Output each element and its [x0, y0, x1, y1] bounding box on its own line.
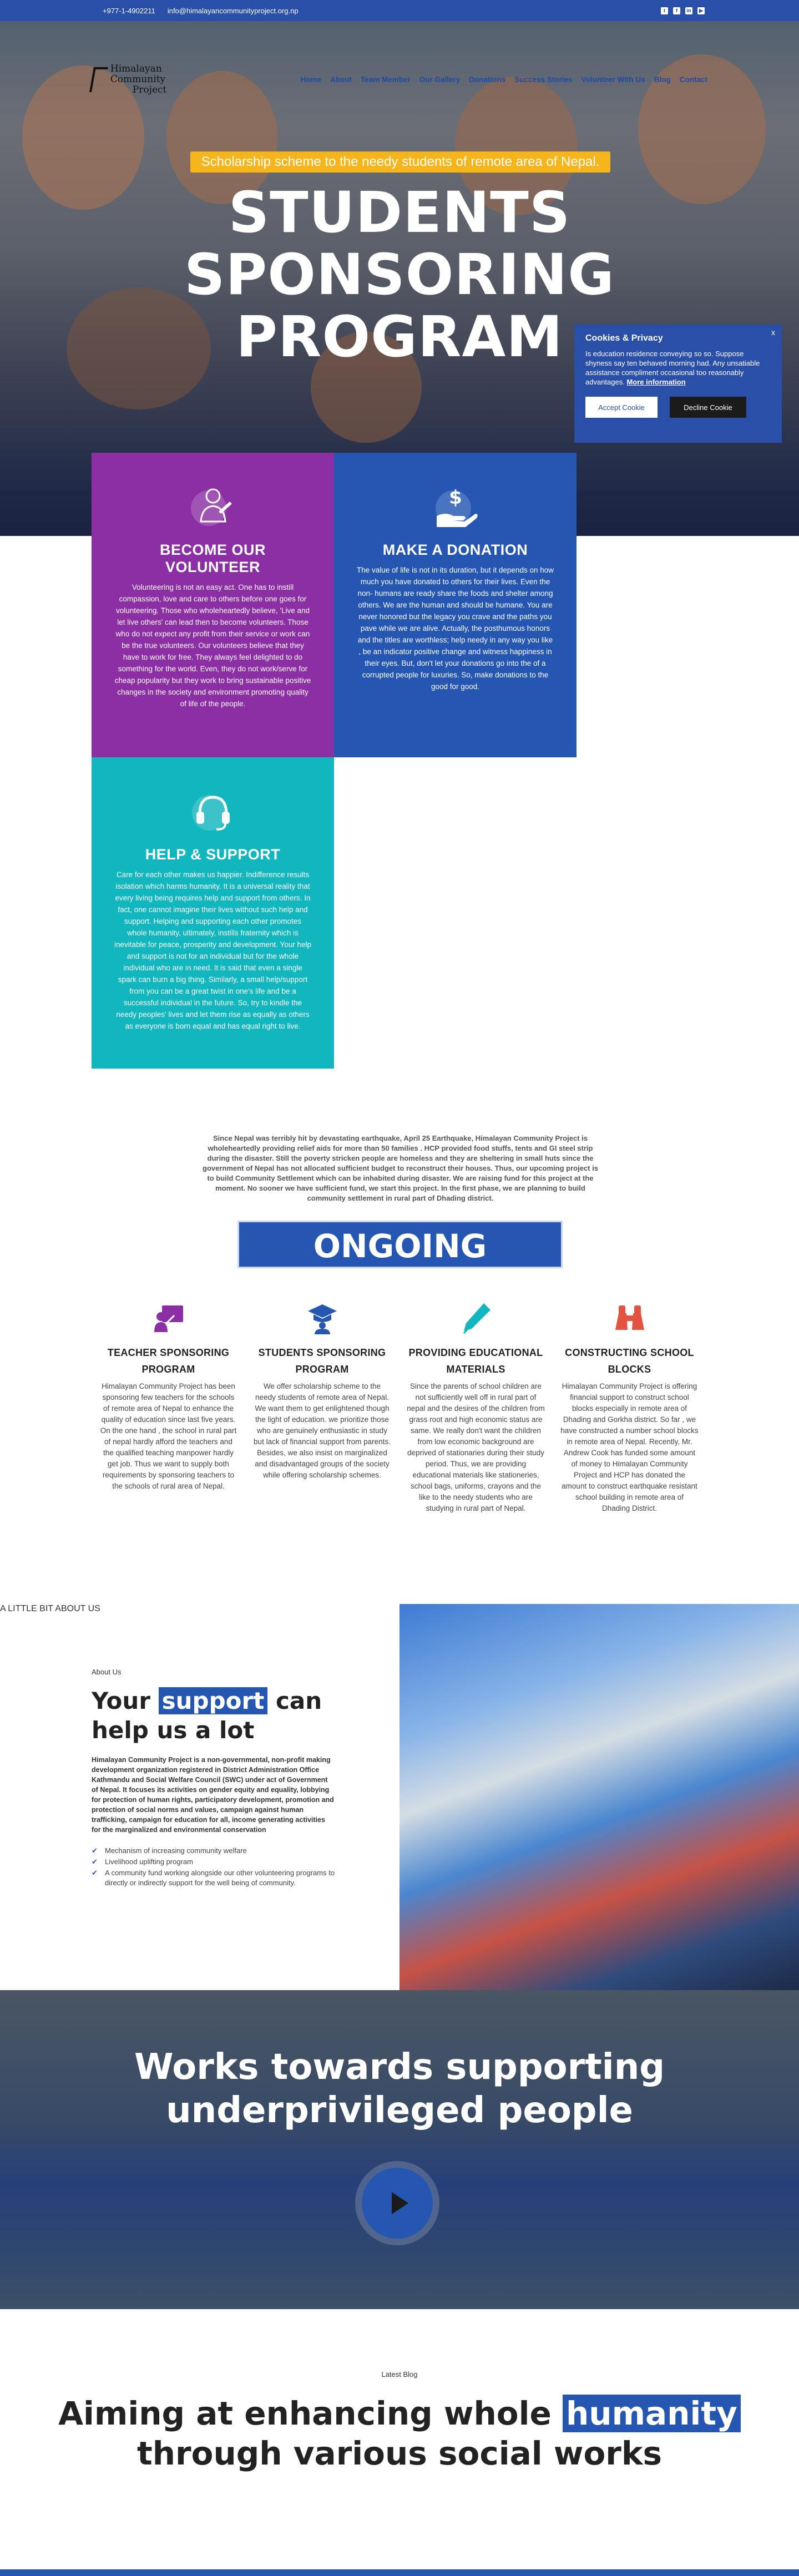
project-title-line: PROVIDING EDUCATIONAL [408, 1347, 543, 1358]
footer-strip [0, 2569, 799, 2576]
nav-our-gallery[interactable]: Our Gallery [419, 75, 461, 84]
project-title-line: MATERIALS [446, 1364, 505, 1375]
project-item: STUDENTS SPONSORING PROGRAM We offer scho… [245, 1301, 399, 1514]
phone-number[interactable]: +977-1-4902211 [103, 7, 155, 15]
project-text: Since the parents of school children are… [407, 1382, 545, 1512]
top-contact-bar: +977-1-4902211 info@himalayancommunitypr… [0, 0, 799, 21]
project-title: PROVIDING EDUCATIONAL MATERIALS [407, 1344, 545, 1378]
works-title: Works towards supporting underprivileged … [0, 2046, 799, 2132]
card-title: HELP & SUPPORT [145, 846, 281, 863]
hero-tagline: Scholarship scheme to the needy students… [190, 151, 610, 173]
nav-volunteer[interactable]: Volunteer With Us [581, 75, 645, 84]
hero-title-line: STUDENTS [228, 180, 571, 246]
youtube-icon[interactable]: ▶ [697, 7, 705, 14]
linkedin-icon[interactable]: in [685, 7, 692, 14]
pen-icon [459, 1301, 493, 1334]
project-item: PROVIDING EDUCATIONAL MATERIALS Since the… [399, 1301, 553, 1514]
play-video-button[interactable] [362, 2168, 433, 2239]
email-address[interactable]: info@himalayancommunityproject.org.np [168, 7, 299, 15]
logo-text: Project [132, 84, 167, 95]
card-title: BECOME OUR VOLUNTEER [159, 541, 266, 575]
works-title-line: underprivileged people [166, 2090, 633, 2131]
project-item: TEACHER SPONSORING PROGRAM Himalayan Comm… [92, 1301, 245, 1514]
accept-cookie-button[interactable]: Accept Cookie [585, 397, 658, 418]
binoculars-icon [613, 1301, 646, 1334]
nav-about[interactable]: About [330, 75, 352, 84]
donation-hand-icon: $ [429, 479, 482, 533]
blog-title-text: through various social works [136, 2435, 662, 2472]
project-title-line: PROGRAM [141, 1364, 195, 1375]
site-logo[interactable]: Himalayan Community Project [89, 63, 203, 95]
social-links: t f in ▶ [661, 7, 705, 14]
nav-success-stories[interactable]: Success Stories [514, 75, 572, 84]
about-badge: A LITTLE BIT ABOUT US [0, 1604, 100, 1613]
project-title-line: STUDENTS SPONSORING [258, 1347, 386, 1358]
site-header: Himalayan Community Project Home About Te… [0, 42, 799, 117]
more-information-link[interactable]: More information [626, 378, 685, 386]
blog-label: Latest Blog [381, 2370, 418, 2378]
card-text: Volunteering is not an easy act. One has… [114, 583, 311, 708]
blog-title-text: Aiming at enhancing whole [58, 2395, 563, 2432]
cookie-consent-dialog: x Cookies & Privacy Is education residen… [574, 325, 782, 443]
close-icon[interactable]: x [771, 328, 775, 337]
card-text: Care for each other makes us happier. In… [114, 871, 311, 1030]
nav-home[interactable]: Home [300, 75, 321, 84]
project-text: Himalayan Community Project has been spo… [100, 1382, 237, 1490]
twitter-icon[interactable]: t [661, 7, 668, 14]
project-text: Himalayan Community Project is offering … [560, 1382, 699, 1512]
works-title-line: Works towards supporting [134, 2047, 665, 2088]
card-text: The value of life is not in its duration… [357, 566, 554, 691]
logo-text: Himalayan Community [110, 63, 166, 85]
graduation-icon [306, 1301, 339, 1334]
project-title: STUDENTS SPONSORING PROGRAM [253, 1344, 391, 1378]
decline-cookie-button[interactable]: Decline Cookie [670, 397, 746, 418]
earthquake-intro-text: Since Nepal was terribly hit by devastat… [203, 1134, 598, 1202]
main-nav: Home About Team Member Our Gallery Donat… [300, 75, 707, 84]
headset-icon [186, 784, 240, 837]
cookie-title: Cookies & Privacy [585, 333, 663, 343]
help-support-card[interactable]: HELP & SUPPORT Care for each other makes… [92, 757, 334, 1069]
nav-blog[interactable]: Blog [654, 75, 671, 84]
blog-title-highlight: humanity [563, 2395, 741, 2432]
volunteer-icon [186, 479, 240, 533]
ongoing-projects-heading: ONGOING PROJECTS [237, 1221, 563, 1313]
nav-team-member[interactable]: Team Member [361, 75, 411, 84]
project-title-line: PROGRAM [295, 1364, 349, 1375]
nav-contact[interactable]: Contact [680, 75, 707, 84]
volunteer-card[interactable]: BECOME OUR VOLUNTEER Volunteering is not… [92, 453, 334, 757]
cookie-text: Is education residence conveying so so. … [585, 349, 771, 387]
donation-card[interactable]: $ MAKE A DONATION The value of life is n… [334, 453, 577, 757]
latest-blog-section: Latest Blog Aiming at enhancing whole hu… [0, 2309, 799, 2576]
teacher-icon [152, 1301, 185, 1334]
project-title-line: BLOCKS [608, 1364, 651, 1375]
logo-mark-icon [89, 67, 108, 92]
projects-list: TEACHER SPONSORING PROGRAM Himalayan Comm… [92, 1301, 707, 1514]
project-item: CONSTRUCTING SCHOOL BLOCKS Himalayan Comm… [553, 1301, 706, 1514]
hero-title-line: SPONSORING [184, 242, 615, 308]
nav-donations[interactable]: Donations [469, 75, 505, 84]
project-title-line: CONSTRUCTING SCHOOL [565, 1347, 694, 1358]
svg-text:$: $ [449, 487, 462, 509]
project-title: CONSTRUCTING SCHOOL BLOCKS [560, 1344, 699, 1378]
facebook-icon[interactable]: f [673, 7, 680, 14]
project-title: TEACHER SPONSORING PROGRAM [99, 1344, 237, 1378]
works-video-section: Works towards supporting underprivileged … [0, 1990, 799, 2309]
blog-title: Aiming at enhancing whole humanity throug… [0, 2393, 799, 2473]
project-title-line: TEACHER SPONSORING [107, 1347, 230, 1358]
project-text: We offer scholarship scheme to the needy… [254, 1382, 391, 1479]
card-title: MAKE A DONATION [382, 541, 528, 558]
